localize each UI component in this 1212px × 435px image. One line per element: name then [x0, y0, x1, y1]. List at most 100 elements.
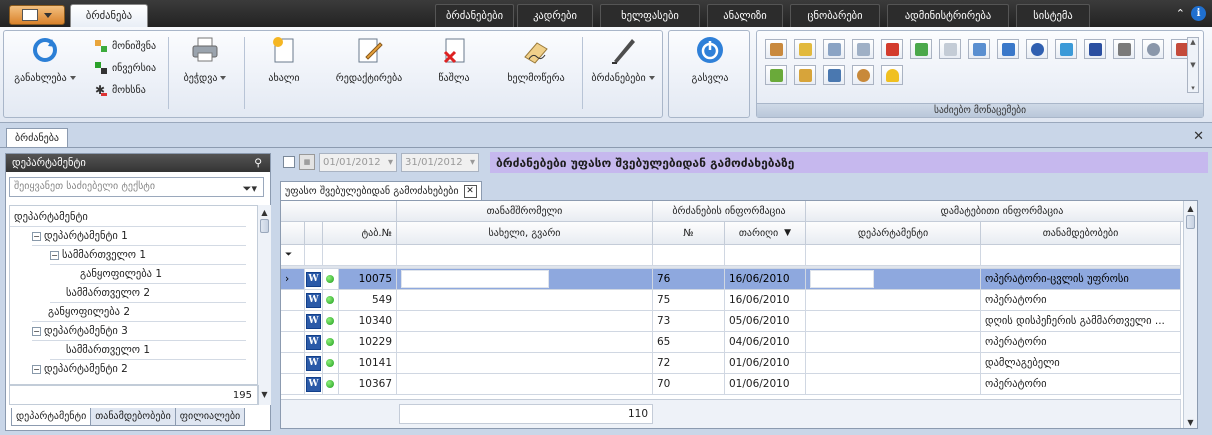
table-row-order-number[interactable]: 65 [653, 332, 725, 353]
table-row-department[interactable] [806, 311, 981, 332]
document-icon[interactable] [939, 39, 961, 59]
table-row-tab-number[interactable]: 10229 [339, 332, 397, 353]
table-row-tab-number[interactable]: 549 [339, 290, 397, 311]
sign-button[interactable]: ხელმოწერა [496, 35, 576, 84]
column-header-department[interactable]: დეპარტამენტი [806, 222, 981, 245]
application-menu-button[interactable] [9, 5, 65, 25]
table-row-full-name[interactable] [397, 374, 653, 395]
tree-item[interactable]: − დეპარტამენტი 1 [32, 227, 128, 245]
table-row-full-name[interactable] [397, 269, 653, 290]
table-row-position[interactable]: ოპერატორი [981, 332, 1181, 353]
collapse-icon[interactable]: − [32, 364, 41, 374]
table-row-full-name[interactable] [397, 311, 653, 332]
filter-cell[interactable] [305, 245, 323, 266]
tree-scrollbar[interactable]: ▲ ▼ [257, 205, 271, 405]
table-row-position[interactable]: დამლაგებელი [981, 353, 1181, 374]
table-row-tab-number[interactable]: 10075 [339, 269, 397, 290]
filter-row-icon[interactable]: ⏷ [281, 245, 305, 266]
date-from-input[interactable]: 01/01/2012 ▾ [319, 152, 397, 172]
collapse-ribbon-icon[interactable]: ⌃ [1176, 7, 1185, 20]
filter-cell[interactable] [397, 245, 653, 266]
collapse-icon[interactable]: − [50, 250, 59, 260]
list-icon[interactable] [852, 39, 874, 59]
tree-item[interactable]: განყოფილება 2 [48, 303, 130, 321]
word-document-icon[interactable]: W [306, 271, 321, 287]
checklist-icon[interactable] [910, 39, 932, 59]
table-row-order-number[interactable]: 70 [653, 374, 725, 395]
close-tab-icon[interactable]: ✕ [463, 184, 477, 198]
table-row-tab-number[interactable]: 10340 [339, 311, 397, 332]
print-button[interactable]: ბეჭდვა [172, 35, 238, 84]
mark-button[interactable]: მონიშვნა [94, 39, 156, 53]
tab-references[interactable]: ცნობარები [790, 4, 880, 27]
employee-icon[interactable] [765, 39, 787, 59]
table-row-date[interactable]: 16/06/2010 [725, 290, 806, 311]
table-row-tab-number[interactable]: 10367 [339, 374, 397, 395]
column-header-order-number[interactable]: № [653, 222, 725, 245]
filter-cell[interactable] [653, 245, 725, 266]
table-row-date[interactable]: 04/06/2010 [725, 332, 806, 353]
table-row-date[interactable]: 16/06/2010 [725, 269, 806, 290]
delete-button[interactable]: წაშლა [424, 35, 484, 84]
info-icon[interactable]: i [1191, 6, 1206, 21]
tab-branches[interactable]: ფილიალები [174, 408, 246, 426]
document-tab-order[interactable]: ბრძანება [6, 128, 68, 148]
new-button[interactable]: ახალი [254, 35, 314, 84]
settings-icon[interactable] [1142, 39, 1164, 59]
table-row-full-name[interactable] [397, 290, 653, 311]
tree-item[interactable]: განყოფილება 1 [80, 265, 162, 283]
table-row-position[interactable]: დღის დისპეჩერის გამმართველი ... [981, 311, 1181, 332]
tree-item[interactable]: − დეპარტამენტი 3 [32, 322, 128, 340]
column-header-tab-number[interactable]: ტაბ.№ [323, 222, 397, 245]
exit-button[interactable]: გასვლა [677, 35, 743, 84]
medal-icon[interactable] [852, 65, 874, 85]
report-icon[interactable] [968, 39, 990, 59]
orders-dropdown-button[interactable]: ბრძანებები [584, 35, 662, 84]
tab-departments[interactable]: დეპარტამენტი [11, 408, 92, 426]
table-row-order-number[interactable]: 73 [653, 311, 725, 332]
word-document-icon[interactable]: W [306, 355, 321, 371]
tree-item[interactable]: − სამმართველო 1 [50, 246, 146, 264]
word-document-icon[interactable]: W [306, 292, 321, 308]
tab-salaries[interactable]: ხელფასები [600, 4, 700, 27]
money-icon[interactable] [794, 39, 816, 59]
gallery-scrollbar[interactable]: ▲ ▼ ▾ [1187, 37, 1199, 93]
coins-icon[interactable] [823, 39, 845, 59]
home-icon[interactable] [1055, 39, 1077, 59]
filter-cell[interactable] [981, 245, 1181, 266]
tab-analysis[interactable]: ანალიზი [707, 4, 783, 27]
award-icon[interactable] [881, 39, 903, 59]
tree-item[interactable]: სამმართველო 2 [66, 284, 150, 302]
tab-system[interactable]: სისტემა [1016, 4, 1090, 27]
table-row-order-number[interactable]: 72 [653, 353, 725, 374]
tab-order[interactable]: ბრძანება [70, 4, 148, 27]
filter-cell[interactable] [323, 245, 397, 266]
table-row-tab-number[interactable]: 10141 [339, 353, 397, 374]
close-icon[interactable]: ✕ [1193, 129, 1204, 144]
id-card-icon[interactable] [997, 39, 1019, 59]
transfer-icon[interactable] [765, 65, 787, 85]
table-row-date[interactable]: 05/06/2010 [725, 311, 806, 332]
table-row-position[interactable]: ოპერატორი-ცვლის უფროსი [981, 269, 1181, 290]
invert-button[interactable]: ინვერსია [94, 61, 156, 75]
tree-item[interactable]: სამმართველო 1 [66, 341, 150, 359]
collapse-icon[interactable]: − [32, 231, 41, 241]
email-icon[interactable] [1026, 39, 1048, 59]
refresh-button[interactable]: განახლება [10, 35, 80, 84]
grid-scrollbar[interactable]: ▲ ▼ [1183, 201, 1197, 428]
calendar-icon[interactable]: ▦ [299, 154, 315, 170]
column-header-date[interactable]: თარიღი ▼ [725, 222, 806, 245]
tab-orders[interactable]: ბრძანებები [435, 4, 514, 27]
tree-item[interactable]: − დეპარტამენტი 2 [32, 360, 128, 378]
grid-tab-unpaid-leave-recalls[interactable]: უფასო შვებულებიდან გამოძახებები ✕ [280, 181, 482, 200]
pin-icon[interactable]: ⚲ [254, 157, 262, 169]
helmet-icon[interactable] [881, 65, 903, 85]
table-row-department[interactable] [806, 290, 981, 311]
date-filter-checkbox[interactable] [283, 156, 295, 168]
filter-icon[interactable]: ⏷▾ [243, 180, 257, 198]
filter-cell[interactable] [725, 245, 806, 266]
tab-administration[interactable]: ადმინისტრირება [887, 4, 1009, 27]
flag-icon[interactable] [1084, 39, 1106, 59]
tools-icon[interactable] [1113, 39, 1135, 59]
department-search-input[interactable]: შეიყვანეთ საძიებელი ტექსტი ⏷▾ [9, 177, 264, 197]
